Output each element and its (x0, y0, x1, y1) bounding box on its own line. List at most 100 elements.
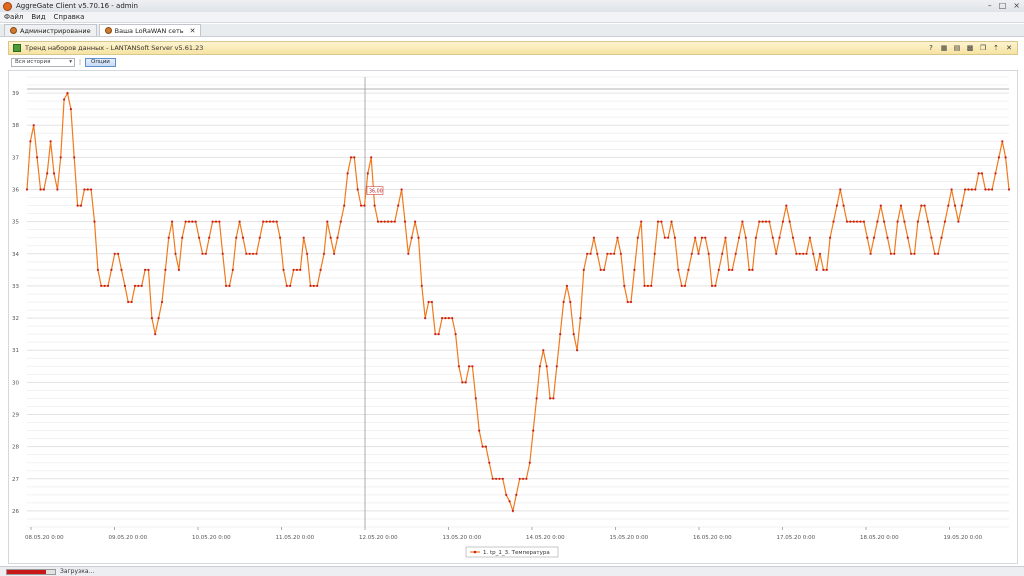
tab-label: Ваша LoRaWAN сеть (114, 26, 184, 35)
data-point (366, 172, 369, 175)
data-point (650, 284, 653, 287)
data-point (633, 268, 636, 271)
data-point (252, 252, 255, 255)
data-point (609, 252, 612, 255)
data-point (167, 236, 170, 239)
data-point (535, 397, 538, 400)
data-point (970, 188, 974, 191)
menu-help[interactable]: Справка (54, 13, 85, 21)
data-point (339, 220, 342, 223)
data-point (579, 317, 582, 320)
trend-chart[interactable]: 26 27 28 29 30 31 32 33 34 35 36 37 38 39 08.05.20 0:0… (8, 70, 1018, 564)
data-point (916, 220, 920, 223)
menu-file[interactable]: Файл (4, 13, 23, 21)
y-tick-label: 34 (12, 252, 19, 258)
tab-lorawan-network[interactable]: Ваша LoRaWAN сеть ✕ (98, 24, 202, 36)
data-point (360, 204, 363, 207)
data-point (56, 188, 59, 191)
data-point (79, 204, 83, 207)
data-point (302, 236, 305, 239)
data-point (768, 220, 771, 223)
window-title: AggreGate Client v5.70.16 - admin (16, 2, 138, 10)
data-point (974, 188, 977, 191)
data-point (336, 236, 339, 239)
data-point (582, 268, 585, 271)
data-point (714, 284, 717, 287)
help-icon[interactable]: ? (927, 44, 935, 52)
data-point (629, 300, 633, 304)
data-point (333, 252, 336, 255)
data-point (66, 92, 69, 95)
data-point (896, 220, 899, 223)
panel-title: Тренд наборов данных - LANTANSoft Server… (25, 44, 204, 52)
data-point (279, 236, 282, 239)
data-point (1007, 188, 1011, 191)
data-point (694, 236, 697, 239)
data-point (309, 284, 312, 287)
data-point (505, 493, 508, 496)
data-point (822, 268, 825, 271)
data-point (221, 252, 224, 255)
data-point (326, 220, 329, 223)
options-button[interactable]: Опции (85, 57, 116, 67)
minimize-icon[interactable]: – (988, 1, 992, 10)
data-point (795, 252, 798, 255)
data-point (943, 220, 947, 223)
maximize-icon[interactable]: □ (999, 1, 1007, 10)
data-point (444, 317, 447, 320)
data-point (373, 204, 376, 207)
report-icon[interactable]: ▤ (953, 44, 961, 52)
y-tick-label: 31 (12, 348, 19, 354)
data-point (144, 268, 147, 271)
close-icon[interactable]: × (1013, 1, 1020, 10)
data-point (717, 268, 720, 271)
data-point (76, 204, 79, 207)
menu-view[interactable]: Вид (31, 13, 45, 21)
data-point (265, 220, 268, 223)
data-point (117, 252, 120, 255)
table-icon[interactable]: ▦ (940, 44, 948, 52)
data-point (248, 252, 251, 255)
tab-administration[interactable]: Администрирование (4, 24, 97, 36)
x-tick-label: 09.05.20 0:00 (109, 535, 148, 541)
data-point (646, 284, 650, 287)
data-point (559, 333, 562, 336)
y-tick-label: 32 (12, 316, 19, 322)
data-point (245, 252, 248, 255)
detach-icon[interactable]: ⇡ (992, 44, 1000, 52)
status-text: Загрузка... (60, 568, 95, 575)
tab-close-icon[interactable]: ✕ (190, 27, 196, 35)
data-point (312, 284, 315, 287)
data-point (704, 236, 707, 239)
data-point (289, 284, 292, 287)
data-point (798, 252, 801, 255)
window-restore-icon[interactable]: ❐ (979, 44, 987, 52)
data-point (106, 284, 110, 287)
toolbar-separator: | (79, 58, 82, 66)
print-icon[interactable]: ▩ (966, 44, 974, 52)
data-point (721, 252, 724, 255)
data-point (322, 252, 326, 255)
chart-trend-icon (13, 44, 21, 52)
data-point (32, 124, 35, 127)
chart-canvas: 26 27 28 29 30 31 32 33 34 35 36 37 38 39 08.05.20 0:0… (12, 76, 1011, 558)
data-point (468, 365, 471, 368)
data-point (191, 220, 194, 223)
y-tick-label: 37 (12, 155, 19, 161)
data-point (542, 349, 545, 352)
data-point (879, 204, 882, 207)
data-point (171, 220, 174, 223)
data-point (488, 461, 491, 464)
data-point (447, 317, 450, 320)
context-icon (10, 27, 17, 34)
data-point (528, 461, 531, 464)
panel-close-icon[interactable]: ✕ (1005, 44, 1013, 52)
data-point (495, 477, 498, 480)
data-point (613, 252, 616, 255)
data-point (441, 317, 444, 320)
time-range-select[interactable]: Вся история ▾ (11, 57, 75, 67)
x-tick-label: 11.05.20 0:00 (276, 535, 315, 541)
data-point (383, 220, 386, 223)
data-point (667, 236, 670, 239)
panel-header: Тренд наборов данных - LANTANSoft Server… (8, 41, 1018, 55)
